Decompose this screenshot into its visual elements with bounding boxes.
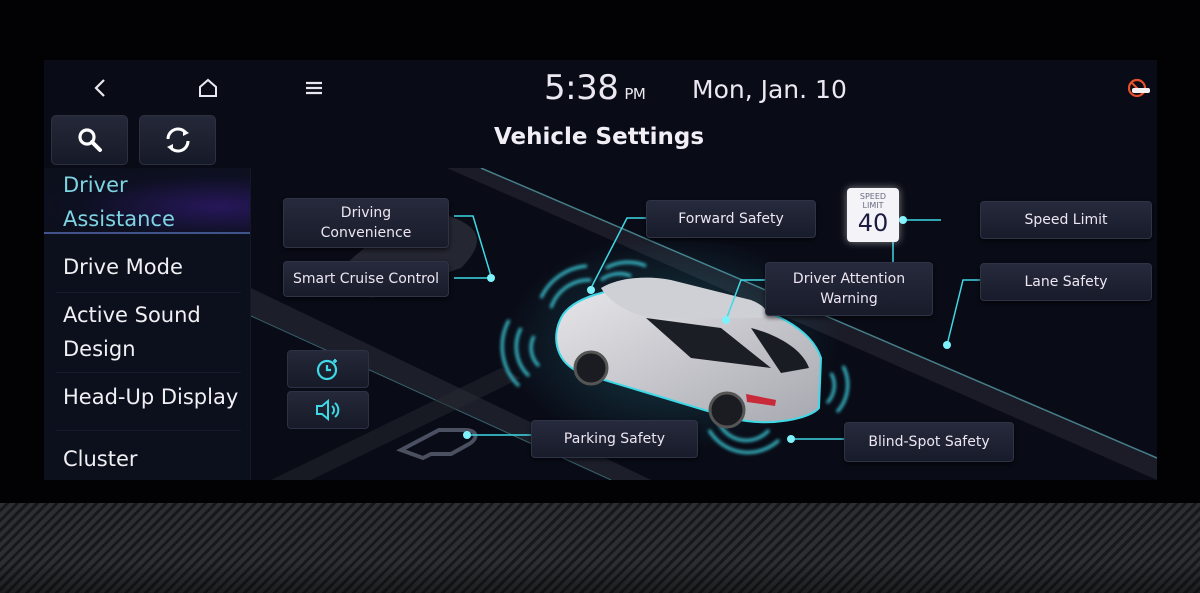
sidebar-item-label: Head-Up Display — [63, 385, 239, 409]
settings-sidebar: Driver Assistance Drive Mode Active Soun… — [44, 168, 251, 480]
button-label-line2: Warning — [820, 291, 878, 307]
forward-safety-button[interactable]: Forward Safety — [646, 200, 816, 238]
page-title: Vehicle Settings — [494, 124, 705, 150]
volume-icon — [316, 398, 340, 422]
chevron-left-icon — [94, 79, 105, 97]
driver-assistance-panel: Driving Convenience Smart Cruise Control… — [251, 168, 1157, 480]
sidebar-item-label-line1: Active Sound — [63, 303, 201, 327]
timer-icon — [316, 359, 338, 381]
clock-ampm: PM — [624, 85, 646, 103]
sidebar-item-driver-assistance[interactable]: Driver Assistance — [44, 168, 250, 234]
timer-button[interactable] — [287, 350, 369, 388]
clock-time: 5:38 — [544, 68, 619, 108]
sidebar-item-label-line2: Assistance — [63, 207, 175, 231]
speed-sign-value: 40 — [857, 209, 889, 237]
sidebar-item-label: Drive Mode — [63, 255, 183, 279]
menu-button[interactable] — [294, 70, 334, 106]
parking-safety-button[interactable]: Parking Safety — [531, 420, 698, 458]
dashboard-trim — [0, 503, 1200, 593]
speed-limit-sign: SPEED LIMIT 40 — [847, 188, 899, 242]
sidebar-divider — [56, 292, 241, 293]
sidebar-divider — [56, 430, 241, 431]
blind-spot-safety-button[interactable]: Blind-Spot Safety — [844, 422, 1014, 462]
clock: 5:38 PM — [544, 68, 646, 108]
search-icon — [77, 128, 102, 152]
lane-safety-button[interactable]: Lane Safety — [980, 263, 1152, 301]
back-button[interactable] — [80, 70, 120, 106]
sidebar-item-cluster[interactable]: Cluster — [44, 442, 250, 476]
home-button[interactable] — [188, 70, 228, 106]
status-indicator — [1126, 77, 1152, 101]
sidebar-item-drive-mode[interactable]: Drive Mode — [44, 250, 250, 284]
driving-convenience-button[interactable]: Driving Convenience — [283, 198, 449, 248]
button-label-line2: Convenience — [320, 225, 412, 241]
speed-sign-caption-line1: SPEED — [859, 192, 887, 201]
home-icon — [199, 78, 217, 97]
menu-icon — [306, 81, 322, 95]
top-bar: 5:38 PM Mon, Jan. 10 — [44, 60, 1157, 116]
button-label-line1: Driving — [340, 205, 392, 221]
search-button[interactable] — [51, 115, 128, 165]
sidebar-divider — [56, 372, 241, 373]
sidebar-item-head-up-display[interactable]: Head-Up Display — [44, 380, 250, 414]
refresh-icon — [166, 127, 189, 153]
driver-attention-warning-button[interactable]: Driver Attention Warning — [765, 262, 933, 316]
sidebar-item-label-line2: Design — [63, 337, 136, 361]
button-label-line1: Driver Attention — [792, 271, 906, 287]
infotainment-screen: 5:38 PM Mon, Jan. 10 Vehicle Settings Dr… — [44, 60, 1157, 480]
speed-limit-button[interactable]: Speed Limit — [980, 201, 1152, 239]
sidebar-item-label: Cluster — [63, 447, 138, 471]
connectivity-off-icon — [1127, 78, 1150, 98]
sidebar-item-label-line1: Driver — [63, 173, 128, 197]
smart-cruise-control-button[interactable]: Smart Cruise Control — [283, 261, 449, 297]
volume-button[interactable] — [287, 391, 369, 429]
sync-button[interactable] — [139, 115, 216, 165]
date-display: Mon, Jan. 10 — [692, 75, 847, 104]
sidebar-item-active-sound-design[interactable]: Active Sound Design — [44, 298, 250, 366]
